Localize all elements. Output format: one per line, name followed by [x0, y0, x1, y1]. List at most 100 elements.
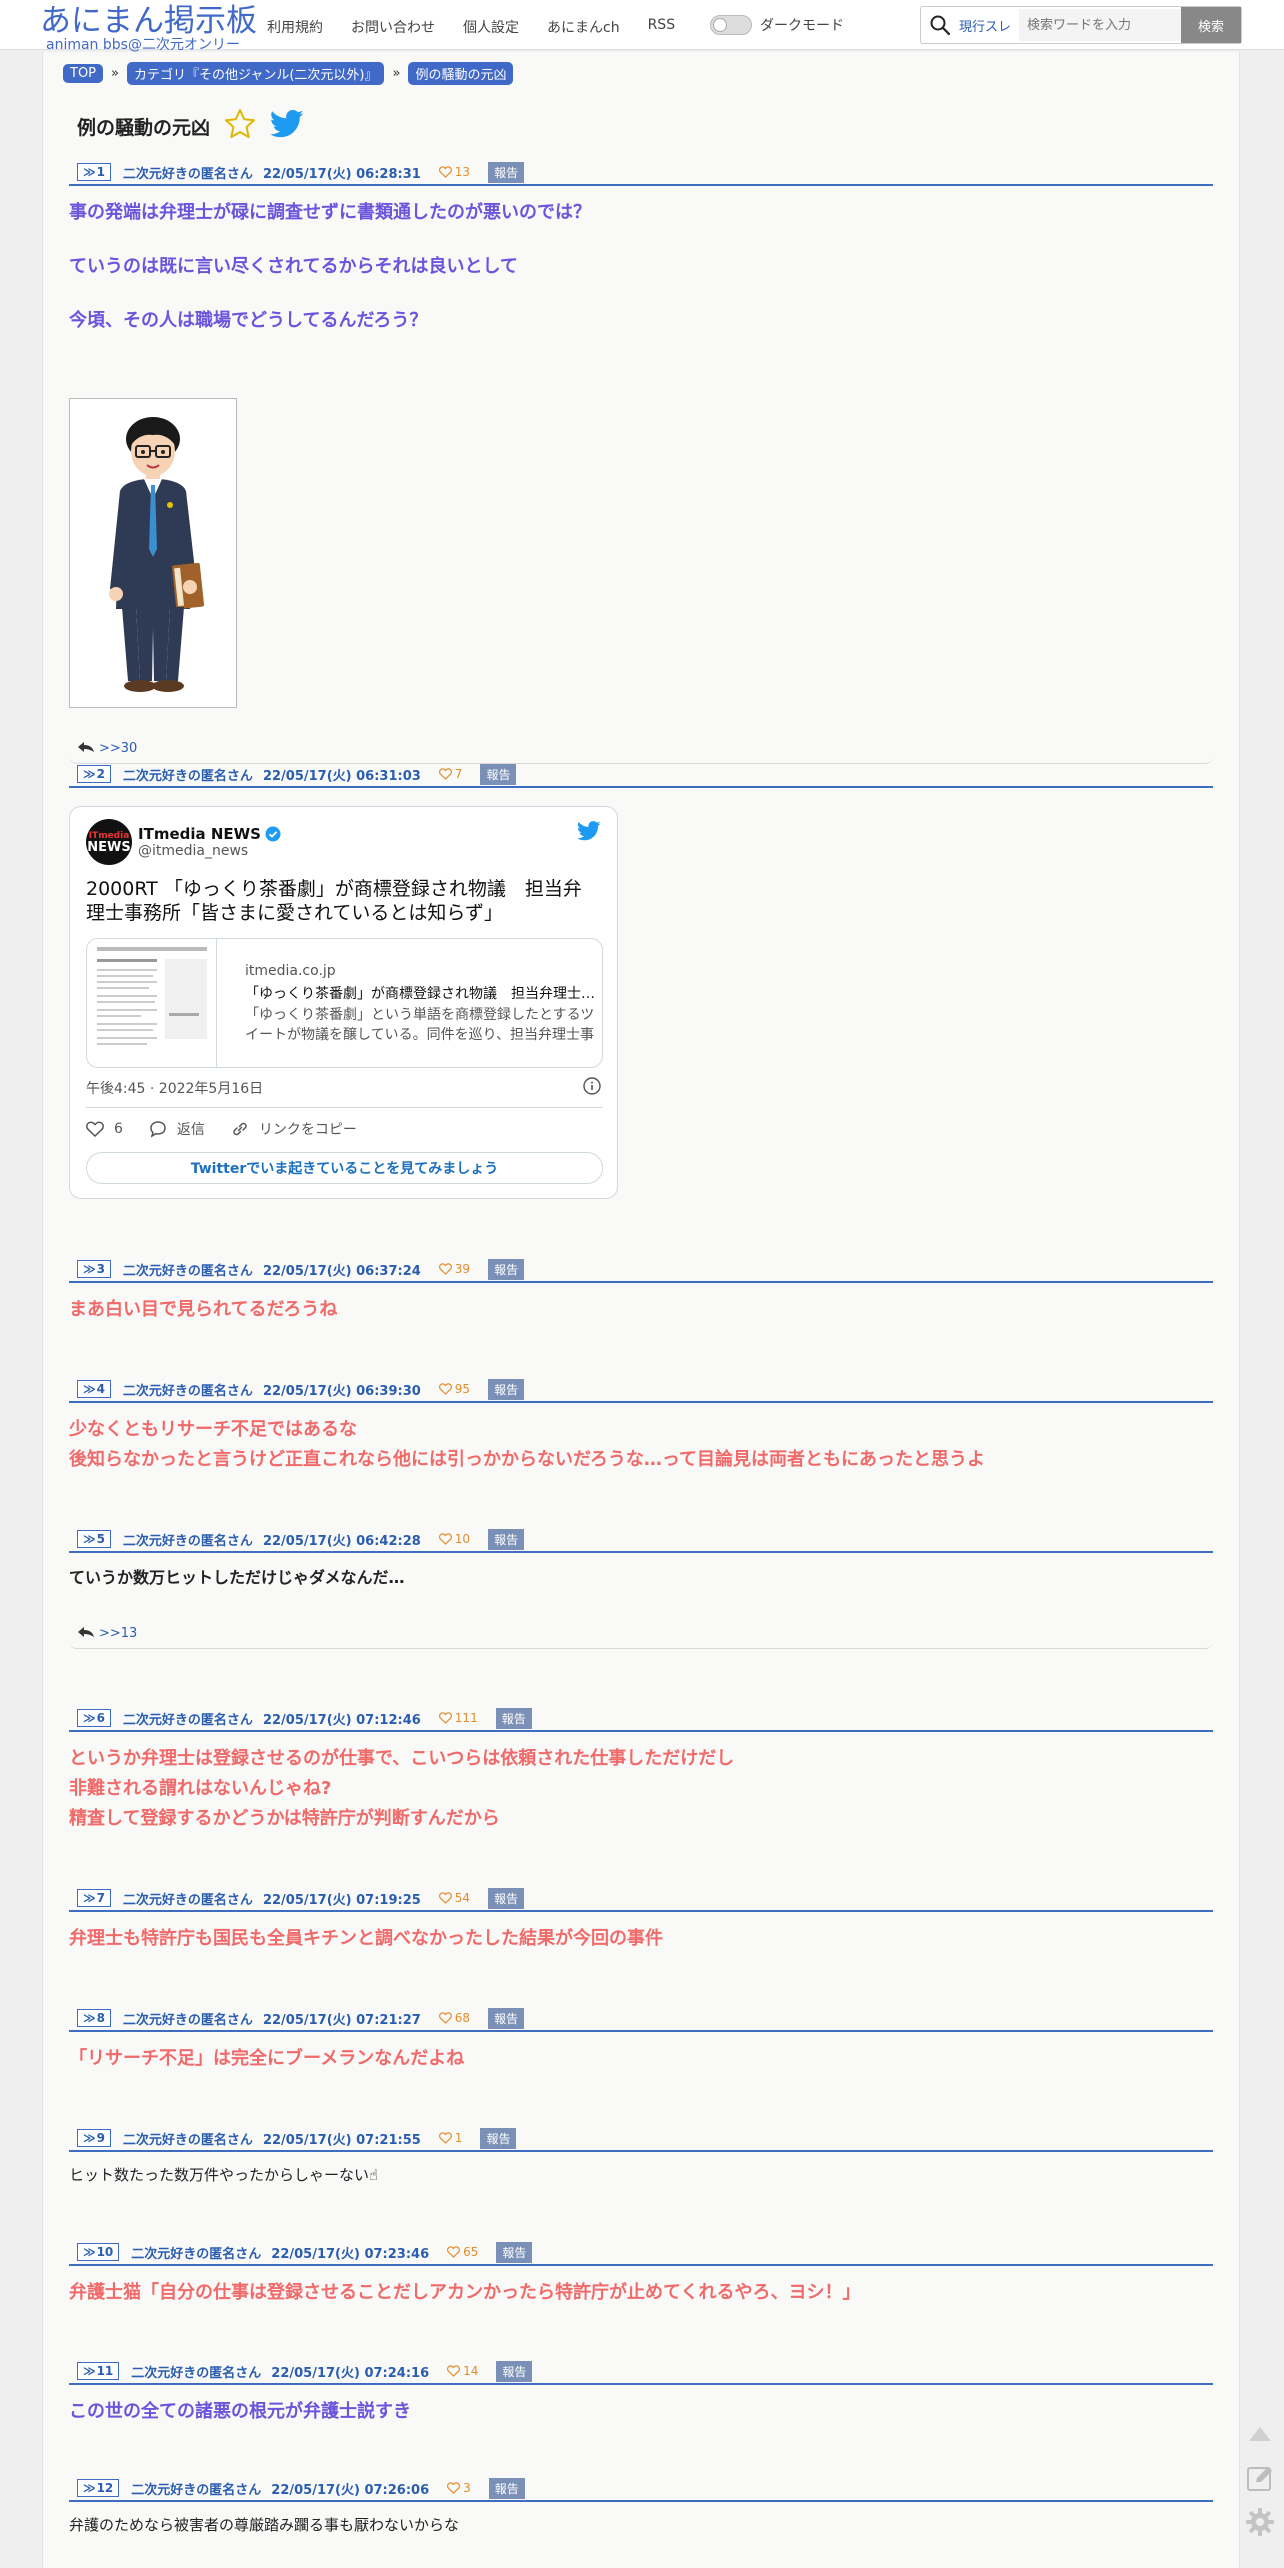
- like-button[interactable]: 65: [447, 2245, 478, 2259]
- tweet-copy-link-button[interactable]: リンクをコピー: [231, 1119, 357, 1139]
- search-scope[interactable]: 現行スレ: [959, 16, 1011, 35]
- like-button[interactable]: 10: [438, 1532, 470, 1546]
- post-header: 10 二次元好きの匿名さん 22/05/17(火) 07:23:46 65 報告: [69, 2241, 1213, 2266]
- compose-button[interactable]: [1240, 2458, 1280, 2498]
- report-button[interactable]: 報告: [488, 1528, 525, 1550]
- breadcrumb-top[interactable]: TOP: [63, 64, 104, 83]
- report-button[interactable]: 報告: [488, 1258, 525, 1280]
- post-number[interactable]: 10: [77, 2243, 120, 2261]
- poster-name: 二次元好きの匿名さん: [131, 2482, 262, 2498]
- post-number[interactable]: 9: [77, 2129, 111, 2147]
- like-button[interactable]: 1: [438, 2131, 462, 2145]
- link-card-thumbnail: [87, 939, 217, 1067]
- settings-button[interactable]: [1240, 2502, 1280, 2542]
- dark-mode-toggle[interactable]: [710, 15, 752, 35]
- tweet-reply-label: 返信: [176, 1122, 205, 1138]
- embedded-tweet[interactable]: ITmedia NEWS ITmedia NEWS @itmedia_news …: [69, 806, 618, 1199]
- attached-image[interactable]: [69, 398, 237, 708]
- tweet-reply-button[interactable]: 返信: [149, 1119, 205, 1139]
- reply-link[interactable]: >>13: [99, 1626, 137, 1641]
- post-number[interactable]: 12: [77, 2479, 120, 2497]
- site-logo[interactable]: あにまん掲示板 animan bbs@二次元オンリー: [40, 4, 257, 52]
- reply-arrow-icon: [77, 741, 95, 757]
- link-card-description: 「ゆっくり茶番劇」という単語を商標登録したとするツイートが物議を醸している。同件…: [245, 1007, 595, 1043]
- post-number[interactable]: 4: [77, 1380, 111, 1398]
- nav-settings[interactable]: 個人設定: [463, 17, 519, 37]
- nav-terms[interactable]: 利用規約: [267, 17, 323, 37]
- post-number[interactable]: 7: [77, 1889, 111, 1907]
- report-button[interactable]: 報告: [488, 2477, 525, 2499]
- twitter-logo-icon[interactable]: [576, 821, 601, 845]
- like-button[interactable]: 7: [438, 767, 462, 781]
- link-card-title: 「ゆっくり茶番劇」が商標登録され物議 担当弁理士事務所「皆さまに愛されているとは…: [245, 986, 595, 1002]
- logo-subtitle: animan bbs@二次元オンリー: [46, 37, 240, 53]
- post-date: 22/05/17(火) 07:21:55: [262, 2132, 421, 2148]
- post-header: 7 二次元好きの匿名さん 22/05/17(火) 07:19:25 54 報告: [69, 1887, 1213, 1912]
- poster-name: 二次元好きの匿名さん: [122, 166, 253, 182]
- post-11: 11 二次元好きの匿名さん 22/05/17(火) 07:24:16 14 報告…: [69, 2360, 1213, 2427]
- search-box: 現行スレ 検索: [920, 6, 1242, 44]
- favorite-star-icon[interactable]: [224, 108, 256, 144]
- breadcrumb-category[interactable]: カテゴリ『その他ジャンル(二次元以外)』: [126, 62, 385, 85]
- report-button[interactable]: 報告: [480, 763, 517, 785]
- nav-animan-ch[interactable]: あにまんch: [547, 17, 620, 37]
- nav-rss[interactable]: RSS: [648, 17, 676, 37]
- post-number[interactable]: 2: [77, 765, 111, 783]
- search-input[interactable]: [1019, 9, 1181, 41]
- like-count: 111: [454, 1711, 478, 1725]
- like-button[interactable]: 54: [438, 1891, 470, 1905]
- post-text-line: まあ白い目で見られてるだろうね: [69, 1299, 338, 1320]
- post-text-line: というか弁理士は登録させるのが仕事で、こいつらは依頼された仕事しただけだし: [69, 1748, 735, 1769]
- post-number[interactable]: 3: [77, 1260, 111, 1278]
- nav-contact[interactable]: お問い合わせ: [351, 17, 435, 37]
- post-header: 3 二次元好きの匿名さん 22/05/17(火) 06:37:24 39 報告: [69, 1258, 1213, 1283]
- tweet-like-button[interactable]: 6: [86, 1121, 123, 1137]
- poster-name: 二次元好きの匿名さん: [131, 2246, 262, 2262]
- like-button[interactable]: 39: [438, 1262, 470, 1276]
- report-button[interactable]: 報告: [496, 2360, 533, 2382]
- report-button[interactable]: 報告: [496, 2241, 533, 2263]
- like-count: 68: [454, 2011, 471, 2025]
- tweet-actions: 6 返信 リンクをコピー: [86, 1119, 383, 1139]
- scroll-top-button[interactable]: [1240, 2414, 1280, 2454]
- like-count: 3: [463, 2481, 471, 2495]
- poster-name: 二次元好きの匿名さん: [122, 1533, 253, 1549]
- search-button[interactable]: 検索: [1181, 7, 1241, 43]
- twitter-share-icon[interactable]: [269, 109, 304, 143]
- poster-name: 二次元好きの匿名さん: [122, 1383, 253, 1399]
- heart-icon: [447, 2246, 461, 2258]
- report-button[interactable]: 報告: [488, 1887, 525, 1909]
- reply-link[interactable]: >>30: [99, 741, 137, 756]
- like-button[interactable]: 95: [438, 1382, 471, 1396]
- like-button[interactable]: 68: [438, 2011, 471, 2025]
- tweet-link-card[interactable]: itmedia.co.jp 「ゆっくり茶番劇」が商標登録され物議 担当弁理士事務…: [86, 938, 603, 1068]
- post-number[interactable]: 8: [77, 2009, 111, 2027]
- post-number[interactable]: 5: [77, 1530, 111, 1548]
- reply-bar: >>13: [69, 1619, 1213, 1649]
- like-button[interactable]: 13: [438, 165, 470, 179]
- triangle-up-icon: [1249, 2427, 1271, 2441]
- like-button[interactable]: 14: [447, 2364, 478, 2378]
- site-header: あにまん掲示板 animan bbs@二次元オンリー 利用規約 お問い合わせ 個…: [0, 0, 1284, 52]
- post-number[interactable]: 1: [77, 163, 111, 181]
- like-count: 95: [454, 1382, 471, 1396]
- report-button[interactable]: 報告: [488, 2007, 525, 2029]
- tweet-timestamp[interactable]: 午後4:45 · 2022年5月16日: [86, 1078, 263, 1098]
- tweet-cta-button[interactable]: Twitterでいま起きていることを見てみましょう: [86, 1152, 603, 1184]
- report-button[interactable]: 報告: [488, 1378, 525, 1400]
- report-button[interactable]: 報告: [495, 1707, 532, 1729]
- thread-header: 例の騒動の元凶: [77, 108, 304, 144]
- post-header: 9 二次元好きの匿名さん 22/05/17(火) 07:21:55 1 報告: [69, 2127, 1213, 2152]
- post-number[interactable]: 6: [77, 1709, 111, 1727]
- report-button[interactable]: 報告: [480, 2127, 517, 2149]
- like-button[interactable]: 3: [447, 2481, 471, 2495]
- heart-icon: [438, 1263, 452, 1275]
- report-button[interactable]: 報告: [488, 161, 525, 183]
- verified-badge-icon: [265, 826, 281, 842]
- breadcrumb-thread[interactable]: 例の騒動の元凶: [408, 62, 514, 85]
- info-icon[interactable]: [583, 1077, 601, 1099]
- heart-icon: [438, 2132, 452, 2144]
- tweet-author-name: ITmedia NEWS: [138, 825, 261, 843]
- like-button[interactable]: 111: [438, 1711, 478, 1725]
- post-number[interactable]: 11: [77, 2362, 120, 2380]
